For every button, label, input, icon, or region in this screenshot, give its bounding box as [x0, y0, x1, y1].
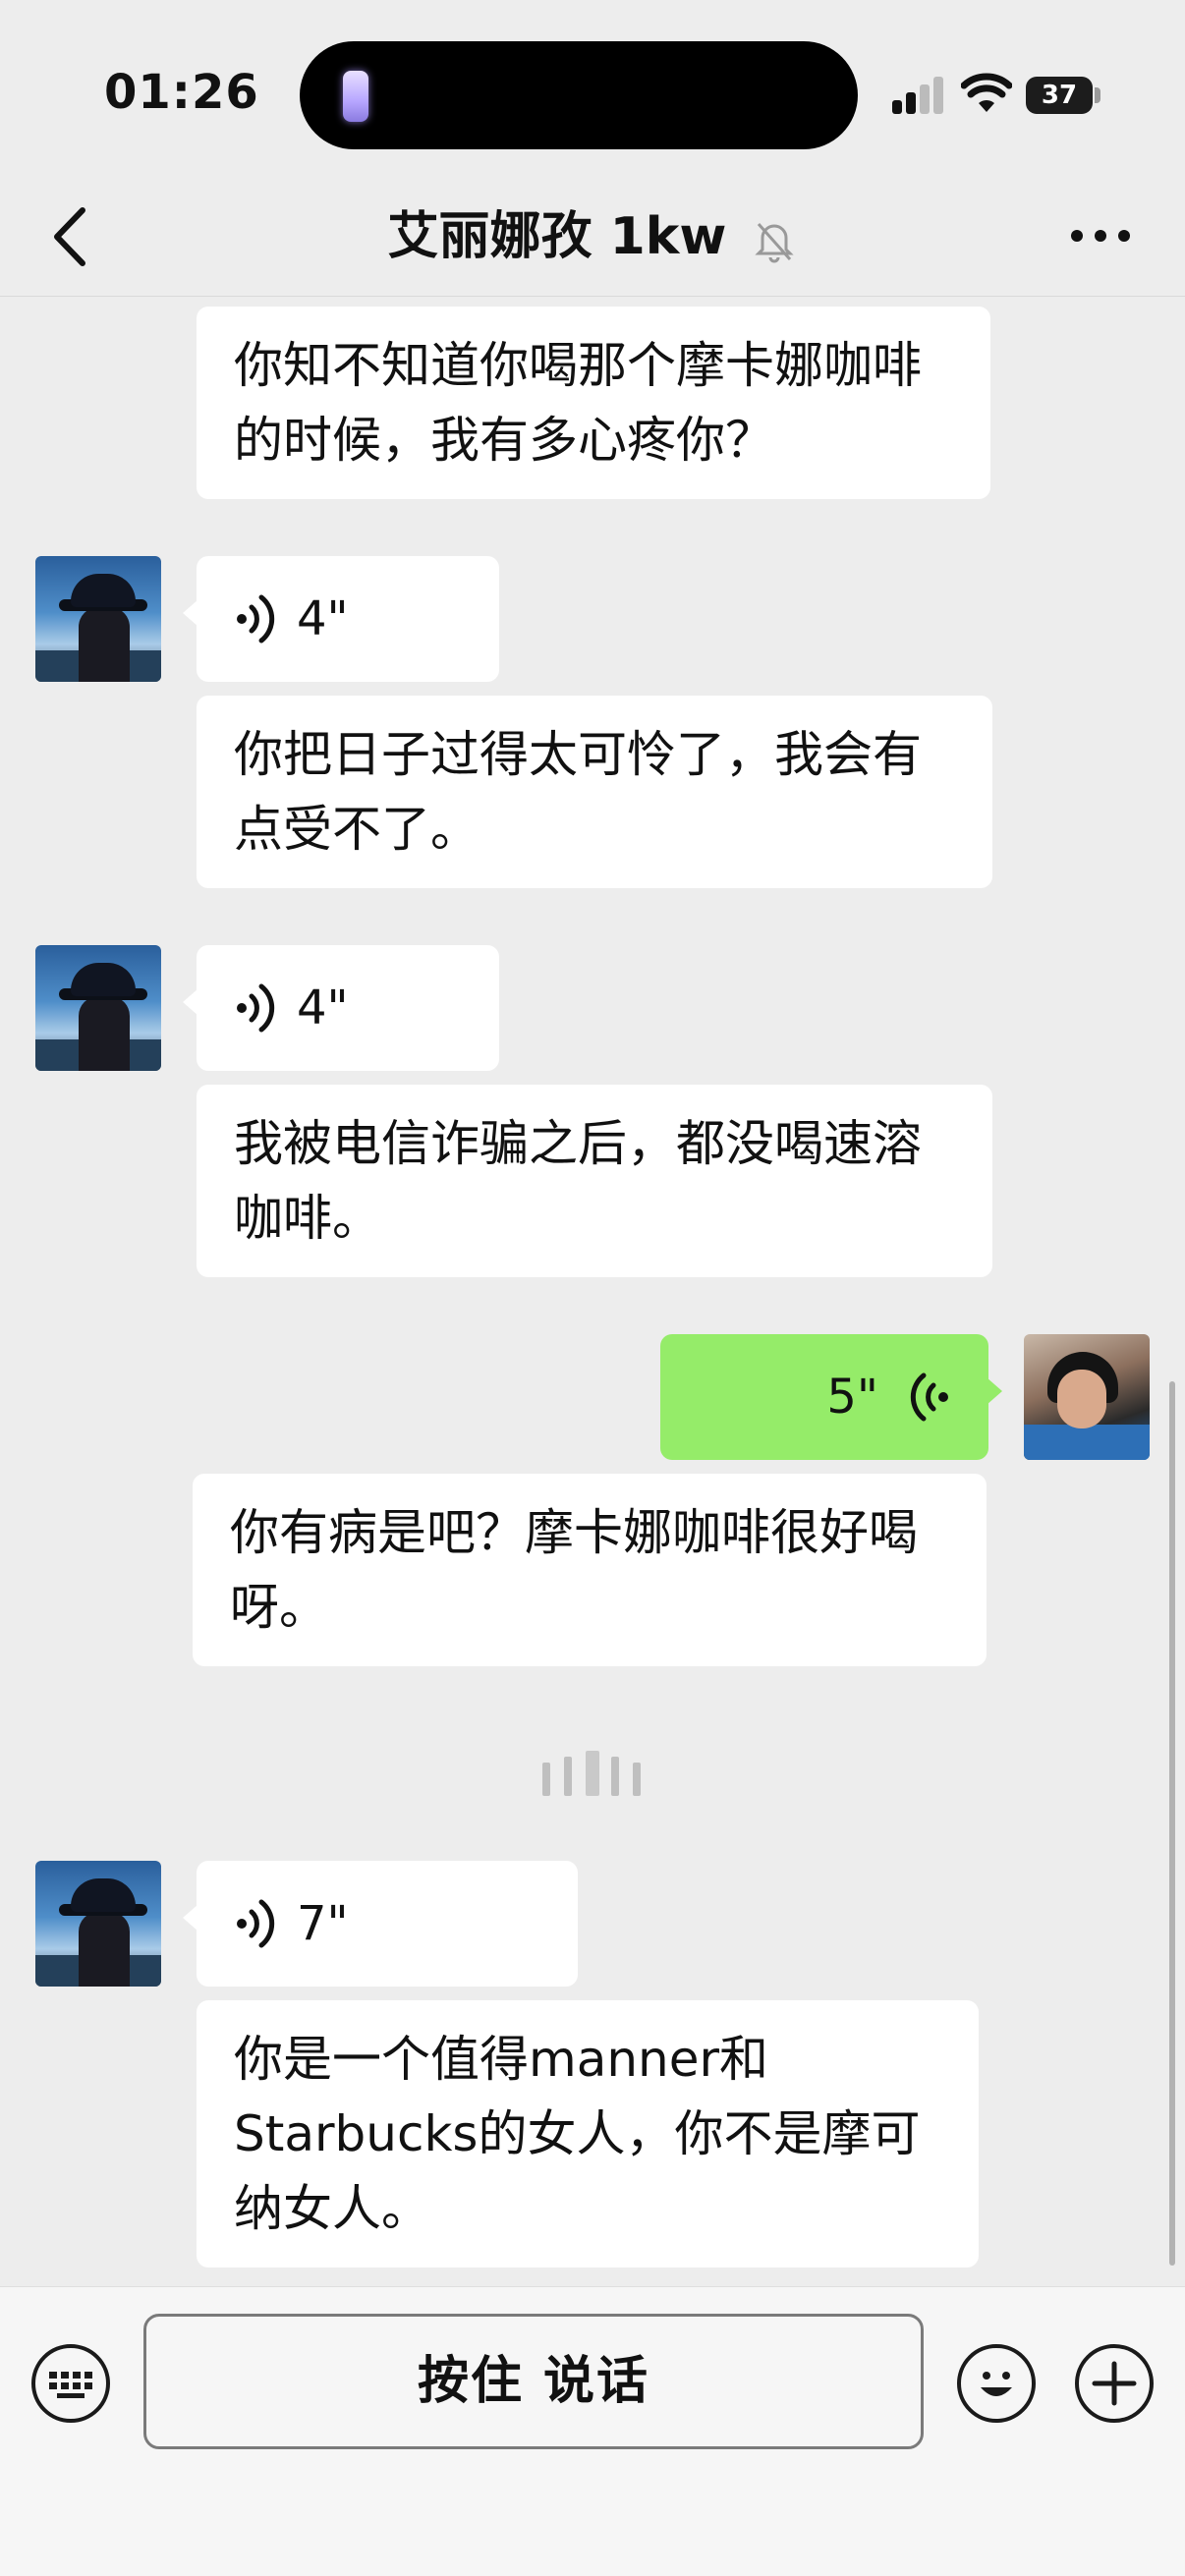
status-time: 01:26 [104, 65, 259, 120]
scrollbar[interactable] [1169, 1381, 1175, 2266]
message-bubble-text[interactable]: 你有病是吧？摩卡娜咖啡很好喝呀。 [193, 1474, 987, 1666]
emoji-button[interactable] [957, 2344, 1036, 2423]
signal-icon [892, 77, 947, 114]
chat-title: 艾丽娜孜 1kw [387, 207, 727, 266]
plus-icon [1092, 2361, 1137, 2406]
voice-message[interactable]: 4" [183, 945, 499, 1071]
chat-title-wrap: 艾丽娜孜 1kw [0, 202, 1185, 271]
message-text: 你知不知道你喝那个摩卡娜咖啡的时候，我有多心疼你？ [234, 337, 922, 469]
voice-message[interactable]: 7" [183, 1861, 578, 1987]
voice-message[interactable]: 4" [183, 556, 499, 682]
voice-wave-icon [910, 1372, 948, 1422]
voice-wave-icon [237, 594, 275, 644]
battery-icon: 37 [1026, 77, 1093, 114]
message-text: 我被电信诈骗之后，都没喝速溶咖啡。 [234, 1115, 922, 1247]
chat-list[interactable]: 你知不知道你喝那个摩卡娜咖啡的时候，我有多心疼你？ 4" 你把日子过得太可怜了，… [0, 297, 1185, 2286]
voice-wave-icon [237, 983, 275, 1033]
more-icon[interactable] [1061, 216, 1140, 255]
contact-avatar[interactable] [35, 945, 161, 1071]
keyboard-icon [49, 2372, 92, 2398]
message-text: 你把日子过得太可怜了，我会有点受不了。 [234, 726, 922, 858]
keyboard-toggle-button[interactable] [31, 2344, 110, 2423]
input-bar: 按住 说话 [0, 2286, 1185, 2576]
voice-message-mine[interactable]: 5" [660, 1334, 1002, 1460]
wifi-icon [961, 73, 1012, 112]
contact-avatar[interactable] [35, 1861, 161, 1987]
typing-indicator [542, 1751, 645, 1796]
message-text: 你有病是吧？摩卡娜咖啡很好喝呀。 [230, 1504, 918, 1636]
message-bubble-text[interactable]: 你知不知道你喝那个摩卡娜咖啡的时候，我有多心疼你？ [197, 307, 990, 499]
chat-header: 艾丽娜孜 1kw [0, 177, 1185, 297]
voice-duration: 4" [297, 980, 349, 1036]
dynamic-island [300, 41, 858, 149]
voice-duration: 4" [297, 591, 349, 646]
message-bubble-text[interactable]: 我被电信诈骗之后，都没喝速溶咖啡。 [197, 1085, 992, 1277]
status-bar: 01:26 37 [0, 0, 1185, 177]
mute-bell-icon [754, 223, 794, 263]
voice-wave-icon [237, 1899, 275, 1948]
message-bubble-text[interactable]: 你把日子过得太可怜了，我会有点受不了。 [197, 696, 992, 888]
hold-to-talk-button[interactable]: 按住 说话 [143, 2314, 924, 2449]
battery-cap [1095, 87, 1100, 103]
message-bubble-text[interactable]: 你是一个值得manner和Starbucks的女人，你不是摩可纳女人。 [197, 2000, 979, 2268]
my-avatar[interactable] [1024, 1334, 1150, 1460]
emoji-icon [981, 2372, 1012, 2396]
flashlight-icon [343, 71, 368, 122]
voice-duration: 5" [826, 1370, 878, 1425]
message-text: 你是一个值得manner和Starbucks的女人，你不是摩可纳女人。 [234, 2031, 921, 2237]
more-actions-button[interactable] [1075, 2344, 1154, 2423]
voice-duration: 7" [297, 1896, 349, 1951]
contact-avatar[interactable] [35, 556, 161, 682]
